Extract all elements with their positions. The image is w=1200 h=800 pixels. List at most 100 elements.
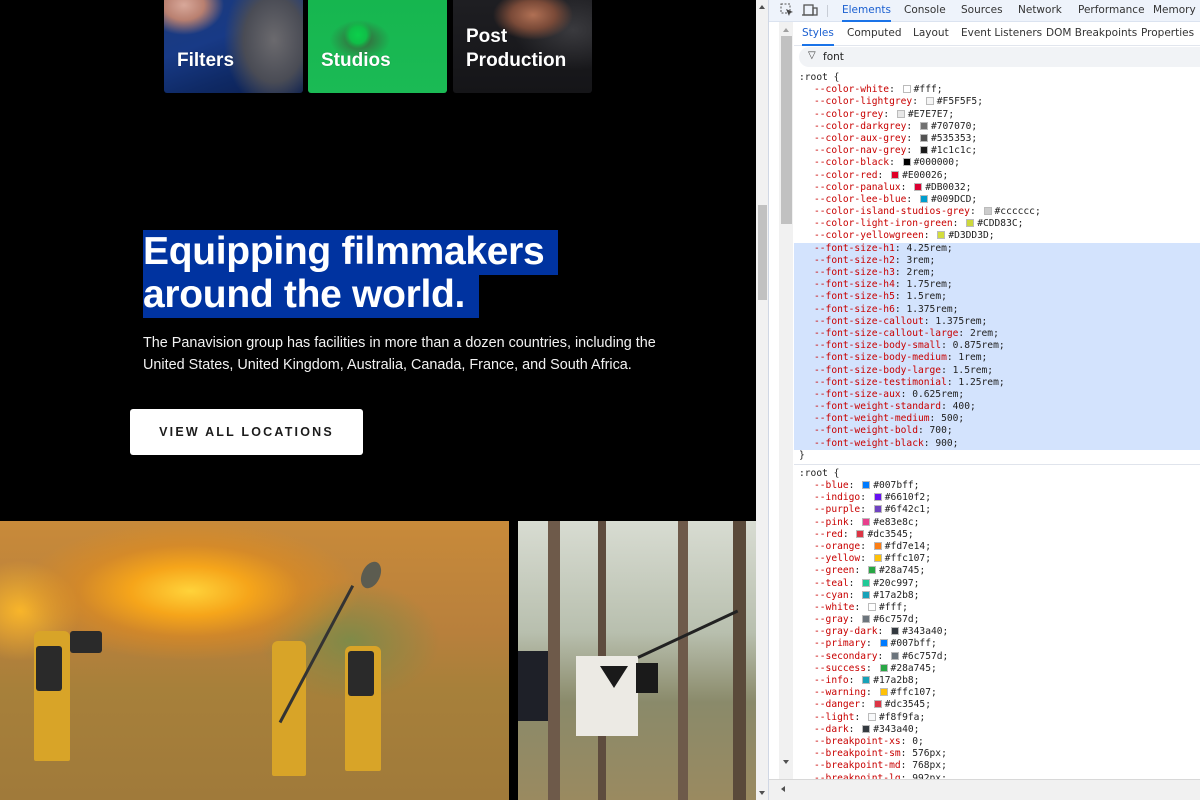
styles-filter-input[interactable]	[823, 49, 1183, 65]
css-declaration[interactable]: --warning: #ffc107;	[794, 687, 1200, 699]
css-property-value[interactable]: #20c997	[873, 578, 913, 589]
css-property-value[interactable]: #DB0032	[925, 182, 965, 193]
css-declaration[interactable]: --teal: #20c997;	[794, 578, 1200, 590]
css-property-name[interactable]: --color-yellowgreen	[814, 230, 924, 241]
css-property-name[interactable]: --color-aux-grey	[814, 133, 906, 144]
css-property-value[interactable]: #cccccc	[995, 206, 1035, 217]
css-declaration[interactable]: --indigo: #6610f2;	[794, 492, 1200, 504]
css-declaration[interactable]: --font-size-h4: 1.75rem;	[794, 279, 1200, 292]
css-declaration[interactable]: --green: #28a745;	[794, 565, 1200, 577]
css-property-name[interactable]: --success	[814, 663, 866, 674]
category-card-studios[interactable]: Studios	[308, 0, 447, 93]
css-property-value[interactable]: #E7E7E7	[908, 109, 948, 120]
css-property-value[interactable]: 400	[953, 401, 970, 412]
color-swatch-icon[interactable]	[879, 688, 888, 697]
css-property-value[interactable]: 576px	[912, 748, 941, 759]
css-property-name[interactable]: --blue	[814, 480, 849, 491]
css-property-name[interactable]: --white	[814, 602, 854, 613]
css-property-value[interactable]: #e83e8c	[873, 517, 913, 528]
css-declaration[interactable]: --font-size-callout: 1.375rem;	[794, 315, 1200, 328]
css-property-name[interactable]: --font-size-body-medium	[814, 352, 947, 363]
css-declaration[interactable]: --dark: #343a40;	[794, 724, 1200, 736]
color-swatch-icon[interactable]	[873, 505, 882, 514]
css-property-value[interactable]: #f8f9fa	[879, 712, 919, 723]
color-swatch-icon[interactable]	[937, 231, 946, 240]
css-property-name[interactable]: --gray-dark	[814, 626, 878, 637]
subtab-event-listeners[interactable]: Event Listeners	[961, 22, 1042, 46]
css-property-name[interactable]: --font-size-h5	[814, 291, 895, 302]
css-declaration[interactable]: --color-lee-blue: #009DCD;	[794, 194, 1200, 206]
css-property-name[interactable]: --font-size-callout	[814, 316, 924, 327]
css-declaration[interactable]: --color-red: #E00026;	[794, 170, 1200, 182]
inspect-element-icon[interactable]	[779, 3, 795, 19]
css-property-value[interactable]: #007bff	[891, 638, 931, 649]
css-property-name[interactable]: --green	[814, 565, 854, 576]
css-declaration[interactable]: --blue: #007bff;	[794, 480, 1200, 492]
css-property-value[interactable]: 1.5rem	[953, 365, 988, 376]
css-property-value[interactable]: #343a40	[902, 626, 942, 637]
css-property-name[interactable]: --font-size-h1	[814, 243, 895, 254]
css-property-name[interactable]: --color-lightgrey	[814, 96, 912, 107]
subtab-dom-breakpoints[interactable]: DOM Breakpoints	[1046, 22, 1137, 46]
css-property-value[interactable]: #fff	[914, 84, 937, 95]
color-swatch-icon[interactable]	[879, 663, 888, 672]
css-declaration[interactable]: --color-lightgrey: #F5F5F5;	[794, 96, 1200, 108]
tab-performance[interactable]: Performance	[1078, 0, 1145, 22]
scroll-up-arrow-icon[interactable]	[759, 5, 765, 9]
css-declaration[interactable]: --color-yellowgreen: #D3DD3D;	[794, 230, 1200, 242]
css-property-name[interactable]: --color-panalux	[814, 182, 901, 193]
css-property-value[interactable]: #E00026	[902, 170, 942, 181]
css-property-value[interactable]: 0.875rem	[953, 340, 999, 351]
css-declaration[interactable]: --font-size-h2: 3rem;	[794, 254, 1200, 267]
css-property-name[interactable]: --font-size-aux	[814, 389, 901, 400]
css-property-value[interactable]: #17a2b8	[873, 590, 913, 601]
css-declaration[interactable]: --cyan: #17a2b8;	[794, 590, 1200, 602]
css-property-name[interactable]: --warning	[814, 687, 866, 698]
css-property-value[interactable]: #F5F5F5	[937, 96, 977, 107]
css-declaration[interactable]: --font-size-callout-large: 2rem;	[794, 327, 1200, 341]
color-swatch-icon[interactable]	[983, 207, 992, 216]
css-property-name[interactable]: --color-black	[814, 157, 889, 168]
css-declaration[interactable]: --color-nav-grey: #1c1c1c;	[794, 145, 1200, 157]
css-property-name[interactable]: --red	[814, 529, 843, 540]
color-swatch-icon[interactable]	[868, 712, 876, 721]
css-declaration[interactable]: --primary: #007bff;	[794, 638, 1200, 650]
css-declaration[interactable]: --font-size-h1: 4.25rem;	[794, 242, 1200, 255]
css-property-name[interactable]: --color-darkgrey	[814, 121, 906, 132]
css-property-name[interactable]: --orange	[814, 541, 860, 552]
category-card-filters[interactable]: Filters	[164, 0, 303, 93]
css-property-value[interactable]: #28a745	[879, 565, 919, 576]
css-declaration[interactable]: --breakpoint-sm: 576px;	[794, 748, 1200, 760]
css-property-value[interactable]: 2rem	[970, 328, 993, 339]
css-property-name[interactable]: --font-size-h2	[814, 255, 895, 266]
css-declaration[interactable]: --font-size-testimonial: 1.25rem;	[794, 376, 1200, 389]
color-swatch-icon[interactable]	[914, 182, 923, 191]
devtools-scrollbar-thumb[interactable]	[781, 36, 792, 224]
css-declaration[interactable]: --font-weight-standard: 400;	[794, 401, 1200, 414]
color-swatch-icon[interactable]	[919, 133, 928, 142]
device-toolbar-icon[interactable]	[802, 3, 818, 19]
css-declaration[interactable]: --color-grey: #E7E7E7;	[794, 109, 1200, 121]
css-declaration[interactable]: --danger: #dc3545;	[794, 699, 1200, 711]
css-property-name[interactable]: --light	[814, 712, 854, 723]
color-swatch-icon[interactable]	[873, 493, 882, 502]
css-declaration[interactable]: --font-size-body-small: 0.875rem;	[794, 340, 1200, 353]
color-swatch-icon[interactable]	[879, 639, 888, 648]
color-swatch-icon[interactable]	[873, 700, 882, 709]
tab-sources[interactable]: Sources	[961, 0, 1003, 22]
css-property-name[interactable]: --font-weight-standard	[814, 401, 941, 412]
css-property-name[interactable]: --dark	[814, 724, 849, 735]
css-property-value[interactable]: 1rem	[958, 352, 981, 363]
css-declaration[interactable]: --breakpoint-xs: 0;	[794, 736, 1200, 748]
css-property-name[interactable]: --color-lee-blue	[814, 194, 906, 205]
css-property-value[interactable]: 768px	[912, 760, 941, 771]
css-property-value[interactable]: #009DCD	[931, 194, 971, 205]
css-property-value[interactable]: 900	[935, 438, 952, 449]
css-property-name[interactable]: --color-light-iron-green	[814, 218, 953, 229]
subtab-properties[interactable]: Properties	[1141, 22, 1194, 46]
css-property-name[interactable]: --color-red	[814, 170, 878, 181]
css-property-name[interactable]: --indigo	[814, 492, 860, 503]
css-property-name[interactable]: --font-size-callout-large	[814, 328, 958, 339]
css-property-name[interactable]: --yellow	[814, 553, 860, 564]
scroll-up-arrow-icon[interactable]	[783, 28, 789, 32]
